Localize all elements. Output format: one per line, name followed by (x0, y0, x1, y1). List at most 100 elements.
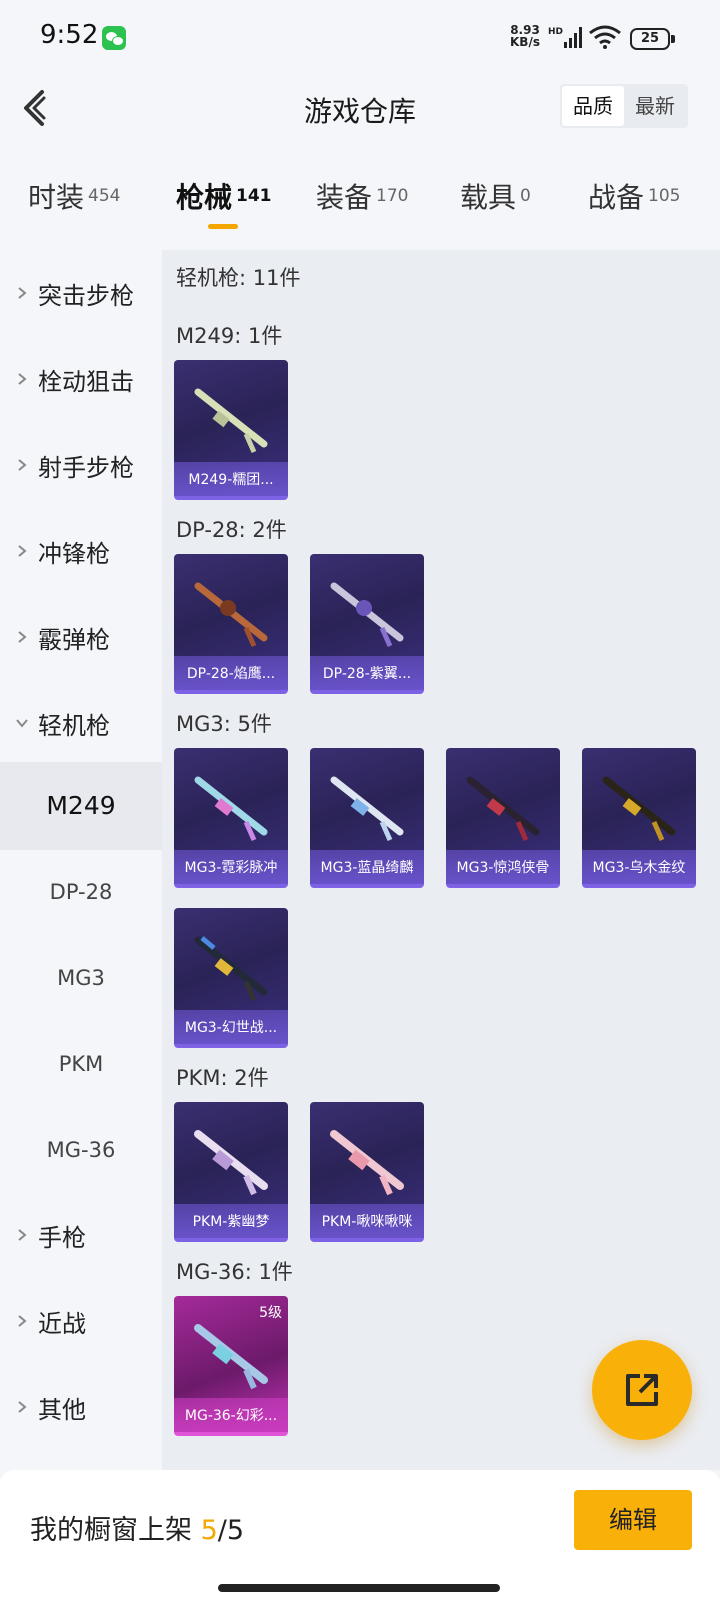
sidebar-item-label: 突击步枪 (38, 282, 134, 310)
tab-fashion[interactable]: 时装 454 (28, 176, 120, 236)
sidebar-item-assault-rifle[interactable]: 突击步枪 (0, 250, 162, 338)
item-name: PKM-紫幽梦 (192, 1214, 270, 1230)
lmg-skin-image (194, 936, 268, 1002)
showcase-label: 我的橱窗上架 (30, 1515, 192, 1546)
sidebar-item-label: 近战 (38, 1310, 86, 1338)
sort-quality-button[interactable]: 品质 (562, 86, 624, 126)
tab-label: 战备 (588, 181, 645, 214)
section-title: MG-36: 1件 (176, 1260, 293, 1284)
lmg-skin-image (330, 1130, 404, 1196)
battery-icon: 25 (630, 28, 676, 50)
sidebar-item-label: 栓动狙击 (38, 368, 134, 396)
item-name: MG3-乌木金纹 (592, 860, 686, 876)
sidebar-item-other[interactable]: 其他 (0, 1364, 162, 1452)
section-title: MG3: 5件 (176, 712, 272, 736)
item-card[interactable]: DP-28-焰鹰... (174, 554, 288, 694)
tab-label: 装备 (316, 181, 373, 214)
item-card[interactable]: M249-糯团... (174, 360, 288, 500)
lmg-skin-image (194, 776, 268, 842)
tab-label: 载具 (460, 181, 517, 214)
sidebar-item-label: 冲锋枪 (38, 540, 110, 568)
status-time: 9:52 (40, 20, 99, 50)
lmg-skin-image (194, 582, 268, 648)
lmg-skin-image (194, 1324, 268, 1390)
chevron-down-icon (16, 719, 28, 728)
tab-vehicles[interactable]: 载具 0 (460, 176, 531, 236)
signal-icon: HD (548, 27, 582, 48)
item-card[interactable]: 5级 MG-36-幻彩... (174, 1296, 288, 1436)
sidebar-item-label: 手枪 (38, 1224, 86, 1252)
tab-count: 0 (520, 185, 531, 206)
sidebar-subitem-m249[interactable]: M249 (0, 762, 162, 850)
item-card[interactable]: DP-28-紫翼... (310, 554, 424, 694)
showcase-total-count: /5 (217, 1515, 245, 1546)
item-name: PKM-啾咪啾咪 (321, 1214, 413, 1230)
chevron-right-icon (18, 545, 27, 557)
status-bar: 9:52 8.93 KB/s HD 25 (0, 0, 720, 76)
sidebar: 突击步枪 栓动狙击 射手步枪 冲锋枪 霰弹枪 轻机枪 M249 DP-28 MG… (0, 250, 162, 1470)
chevron-right-icon (18, 631, 27, 643)
chevron-right-icon (18, 1315, 27, 1327)
lmg-skin-image (330, 776, 404, 842)
sidebar-item-label: 霰弹枪 (38, 626, 110, 654)
wechat-icon (102, 26, 126, 50)
lmg-skin-image (194, 1130, 268, 1196)
lmg-skin-image (194, 388, 268, 454)
sidebar-item-smg[interactable]: 冲锋枪 (0, 508, 162, 596)
tab-count: 170 (376, 185, 409, 206)
item-name: DP-28-焰鹰... (186, 666, 276, 682)
sidebar-subitem-mg36[interactable]: MG-36 (0, 1106, 162, 1194)
share-icon (626, 1374, 658, 1406)
item-level-badge: 5级 (259, 1305, 282, 1321)
item-name: MG-36-幻彩... (184, 1408, 278, 1424)
tab-firearms[interactable]: 枪械 141 (176, 176, 272, 236)
edit-button[interactable]: 编辑 (574, 1490, 692, 1550)
sidebar-item-lmg[interactable]: 轻机枪 (0, 680, 162, 768)
wifi-icon (589, 25, 621, 49)
item-card[interactable]: MG3-乌木金纹 (582, 748, 696, 888)
category-summary: 轻机枪: 11件 (176, 266, 301, 290)
sidebar-item-shotgun[interactable]: 霰弹枪 (0, 594, 162, 682)
chevron-right-icon (18, 1229, 27, 1241)
sidebar-item-bolt-sniper[interactable]: 栓动狙击 (0, 336, 162, 424)
section-title: DP-28: 2件 (176, 518, 287, 542)
item-card[interactable]: MG3-惊鸿侠骨 (446, 748, 560, 888)
sidebar-item-label: 其他 (38, 1396, 86, 1424)
item-card[interactable]: MG3-蓝晶绮麟 (310, 748, 424, 888)
category-tabs: 时装 454 枪械 141 装备 170 载具 0 战备 105 (0, 176, 720, 236)
sidebar-item-melee[interactable]: 近战 (0, 1278, 162, 1366)
item-card[interactable]: MG3-幻世战... (174, 908, 288, 1048)
sidebar-subitem-mg3[interactable]: MG3 (0, 934, 162, 1022)
sidebar-item-pistol[interactable]: 手枪 (0, 1192, 162, 1280)
tab-equipment[interactable]: 装备 170 (316, 176, 408, 236)
bottom-bar: 我的橱窗上架 5/5 编辑 (0, 1470, 720, 1600)
lmg-skin-image (602, 776, 676, 842)
item-name: MG3-惊鸿侠骨 (456, 860, 550, 876)
tab-label: 枪械 (176, 181, 233, 214)
network-speed: 8.93 KB/s (510, 24, 540, 48)
network-speed-unit: KB/s (510, 35, 540, 49)
showcase-status: 我的橱窗上架 5/5 (30, 1508, 244, 1547)
tab-count: 105 (648, 185, 681, 206)
item-card[interactable]: PKM-紫幽梦 (174, 1102, 288, 1242)
item-card[interactable]: MG3-霓彩脉冲 (174, 748, 288, 888)
tab-count: 141 (236, 185, 272, 206)
network-type-label: HD (548, 27, 563, 37)
item-name: DP-28-紫翼... (322, 666, 412, 682)
share-button[interactable] (592, 1340, 692, 1440)
sidebar-item-marksman-rifle[interactable]: 射手步枪 (0, 422, 162, 510)
chevron-right-icon (18, 1401, 27, 1413)
header: 游戏仓库 品质 最新 (0, 76, 720, 140)
section-title: PKM: 2件 (176, 1066, 269, 1090)
chevron-right-icon (18, 287, 27, 299)
sort-newest-button[interactable]: 最新 (624, 86, 686, 126)
sidebar-item-label: 轻机枪 (38, 712, 110, 740)
home-indicator[interactable] (218, 1584, 500, 1592)
chevron-right-icon (18, 373, 27, 385)
tab-combat-supplies[interactable]: 战备 105 (588, 176, 680, 236)
item-name: MG3-蓝晶绮麟 (320, 860, 414, 876)
sidebar-subitem-pkm[interactable]: PKM (0, 1020, 162, 1108)
sidebar-subitem-dp28[interactable]: DP-28 (0, 848, 162, 936)
battery-level: 25 (630, 28, 670, 50)
item-card[interactable]: PKM-啾咪啾咪 (310, 1102, 424, 1242)
